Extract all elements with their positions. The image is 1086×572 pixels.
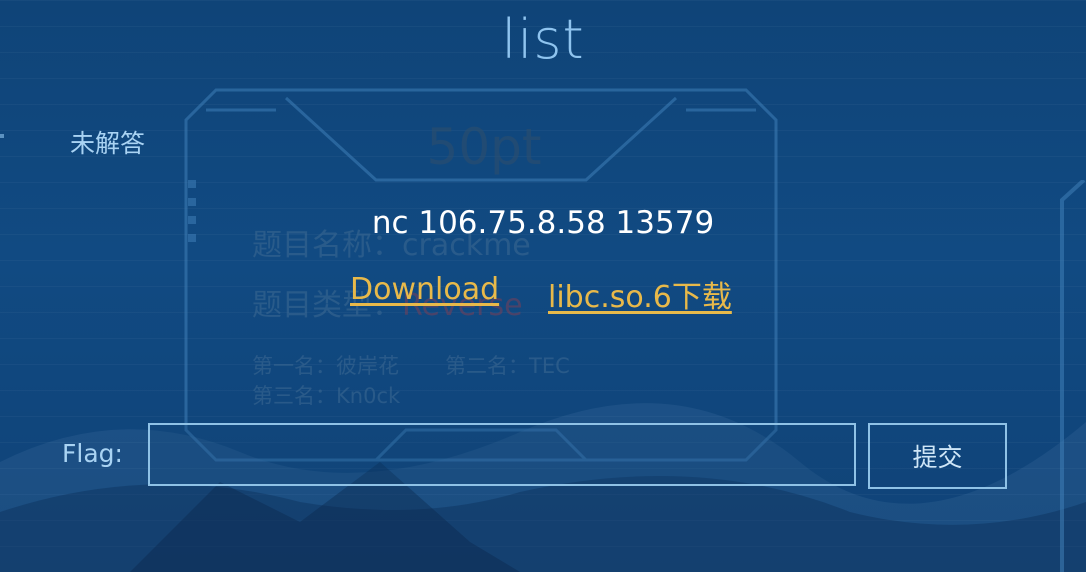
rank-second: 第二名：TEC	[445, 354, 570, 378]
submit-button[interactable]: 提交	[868, 423, 1007, 489]
libc-download-link[interactable]: libc.so.6下载	[548, 272, 732, 316]
flag-input[interactable]	[148, 423, 856, 486]
flag-label: Flag:	[62, 439, 123, 468]
page-title: list	[501, 8, 585, 71]
rank-third: 第三名：Kn0ck	[252, 384, 401, 408]
challenge-points: 50pt	[426, 118, 542, 176]
netcat-connection-info: nc 106.75.8.58 13579	[371, 205, 715, 241]
download-link[interactable]: Download	[350, 272, 499, 307]
rank-first: 第一名：彼岸花	[252, 354, 399, 378]
